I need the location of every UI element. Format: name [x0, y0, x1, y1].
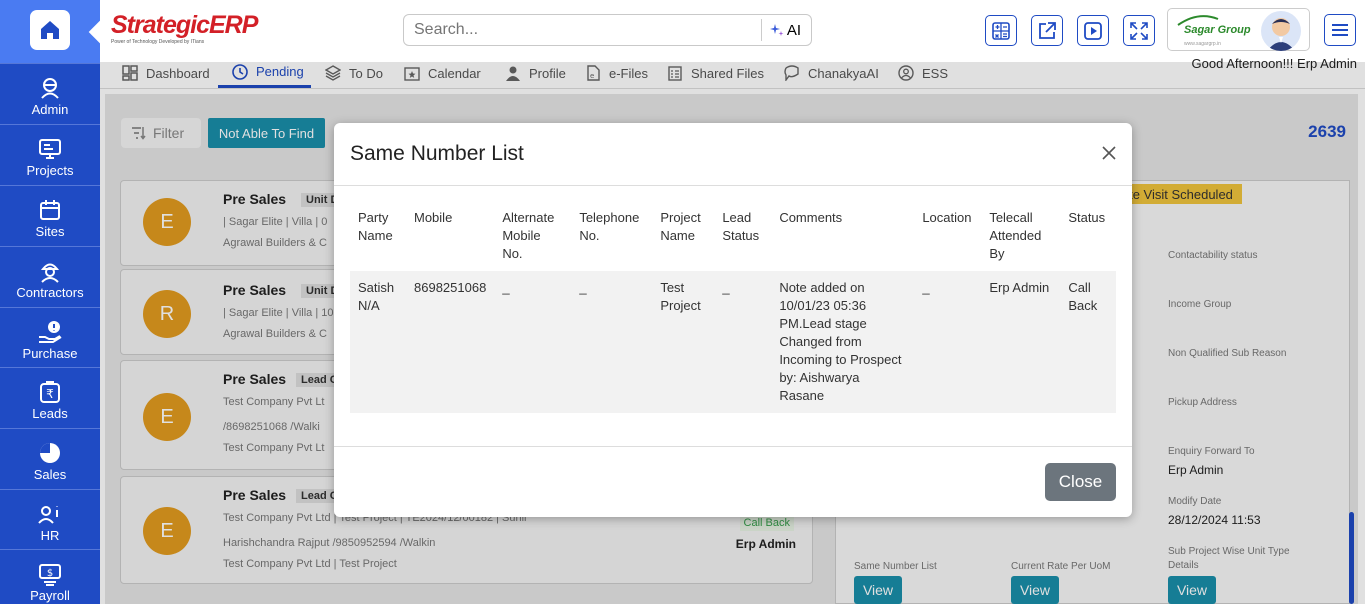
fullscreen-button[interactable] — [1123, 15, 1155, 46]
company-website: www.sagargrp.in — [1184, 41, 1221, 47]
home-area — [0, 0, 100, 63]
search-box[interactable]: AI — [403, 14, 812, 46]
app-logo[interactable]: StrategicERP Power of Technology Develop… — [111, 11, 258, 45]
cell-telecall-attended-by: Erp Admin — [981, 271, 1061, 413]
cell-location: _ — [914, 271, 982, 413]
sidebar-item-hr[interactable]: HR — [0, 489, 100, 549]
sidebar-item-purchase[interactable]: Purchase — [0, 307, 100, 367]
sidebar: Admin Projects Sites Contractors Purchas… — [0, 0, 100, 604]
company-name: Sagar Group — [1184, 24, 1251, 36]
sidebar-item-label: Payroll — [30, 588, 70, 603]
cell-mobile: 8698251068 — [406, 271, 495, 413]
sidebar-item-label: Leads — [32, 406, 68, 421]
admin-icon — [41, 78, 59, 99]
menu-button[interactable] — [1324, 14, 1356, 46]
sidebar-item-sales[interactable]: Sales — [0, 428, 100, 488]
company-logo: Sagar Group www.sagargrp.in — [1174, 15, 1258, 47]
sidebar-item-projects[interactable]: Projects — [0, 124, 100, 184]
sidebar-item-label: Sales — [33, 467, 67, 482]
col-project-name: Project Name — [660, 210, 701, 243]
hr-icon — [38, 506, 58, 524]
col-lead-status: Lead Status — [722, 210, 760, 243]
play-button[interactable] — [1077, 15, 1109, 46]
sidebar-item-label: Sites — [35, 224, 65, 239]
close-icon[interactable] — [1100, 144, 1118, 162]
cell-lead-status: _ — [714, 271, 772, 413]
table-header-row: Party Name Mobile Alternate Mobile No. T… — [350, 199, 1116, 271]
sidebar-item-label: Contractors — [16, 285, 84, 300]
top-bar: StrategicERP Power of Technology Develop… — [100, 0, 1365, 62]
ai-label: AI — [786, 21, 801, 39]
sidebar-item-label: Projects — [26, 163, 74, 178]
hamburger-icon — [1332, 24, 1348, 36]
cell-telephone: _ — [571, 271, 653, 413]
calculator-icon — [992, 21, 1010, 40]
home-icon — [41, 21, 59, 39]
avatar[interactable] — [1261, 11, 1301, 51]
sidebar-item-sites[interactable]: Sites — [0, 185, 100, 245]
logo-text: StrategicERP — [111, 11, 258, 39]
table-row[interactable]: Satish N/A 8698251068 _ _ Test Project _… — [350, 271, 1116, 413]
modal-divider — [334, 185, 1132, 186]
play-icon — [1084, 21, 1102, 40]
sidebar-item-label: Purchase — [22, 346, 78, 361]
cell-project-name: Test Project — [652, 271, 715, 413]
close-button[interactable]: Close — [1045, 463, 1116, 501]
col-comments: Comments — [779, 210, 843, 225]
search-input[interactable] — [414, 21, 754, 39]
sidebar-item-label: Admin — [31, 102, 69, 117]
same-number-modal: Same Number List Party Name Mobile Alter… — [334, 123, 1132, 517]
purchase-icon — [39, 321, 62, 343]
leads-icon: ₹ — [40, 381, 60, 403]
cell-alternate-mobile: _ — [494, 271, 572, 413]
external-link-icon — [1039, 21, 1056, 39]
col-mobile: Mobile — [414, 210, 453, 225]
sidebar-item-label: HR — [40, 528, 60, 543]
col-location: Location — [922, 210, 972, 225]
same-number-table: Party Name Mobile Alternate Mobile No. T… — [350, 199, 1116, 413]
sidebar-item-contractors[interactable]: Contractors — [0, 246, 100, 306]
cell-status: Call Back — [1060, 271, 1116, 413]
cell-party-name: Satish N/A — [350, 271, 406, 413]
user-avatar-icon — [1267, 18, 1295, 51]
col-party-name: Party Name — [358, 210, 393, 243]
sidebar-item-payroll[interactable]: $ Payroll — [0, 549, 100, 604]
col-alternate-mobile: Alternate Mobile No. — [502, 210, 555, 261]
modal-title: Same Number List — [350, 142, 524, 165]
sidebar-item-leads[interactable]: ₹ Leads — [0, 367, 100, 427]
sales-icon — [40, 443, 60, 463]
ai-button[interactable]: AI — [760, 19, 801, 41]
contractors-icon — [40, 263, 60, 283]
external-link-button[interactable] — [1031, 15, 1063, 46]
col-telecall-attended-by: Telecall Attended By — [989, 210, 1042, 261]
calculator-button[interactable] — [985, 15, 1017, 46]
svg-text:$: $ — [47, 568, 53, 579]
svg-text:₹: ₹ — [46, 387, 54, 401]
sidebar-item-admin[interactable]: Admin — [0, 63, 100, 123]
col-telephone: Telephone No. — [579, 210, 640, 243]
company-profile[interactable]: Sagar Group www.sagargrp.in — [1167, 8, 1310, 51]
sites-icon — [40, 200, 60, 220]
home-button[interactable] — [30, 10, 70, 50]
logo-tagline: Power of Technology Developed by ITians — [111, 39, 205, 45]
payroll-icon: $ — [39, 564, 61, 586]
col-status: Status — [1068, 210, 1106, 225]
fullscreen-icon — [1130, 21, 1148, 40]
modal-footer-divider — [334, 446, 1132, 447]
sparkle-icon — [769, 24, 784, 36]
cell-comments: Note added on 10/01/23 05:36 PM.Lead sta… — [771, 271, 915, 413]
projects-icon — [39, 139, 61, 159]
